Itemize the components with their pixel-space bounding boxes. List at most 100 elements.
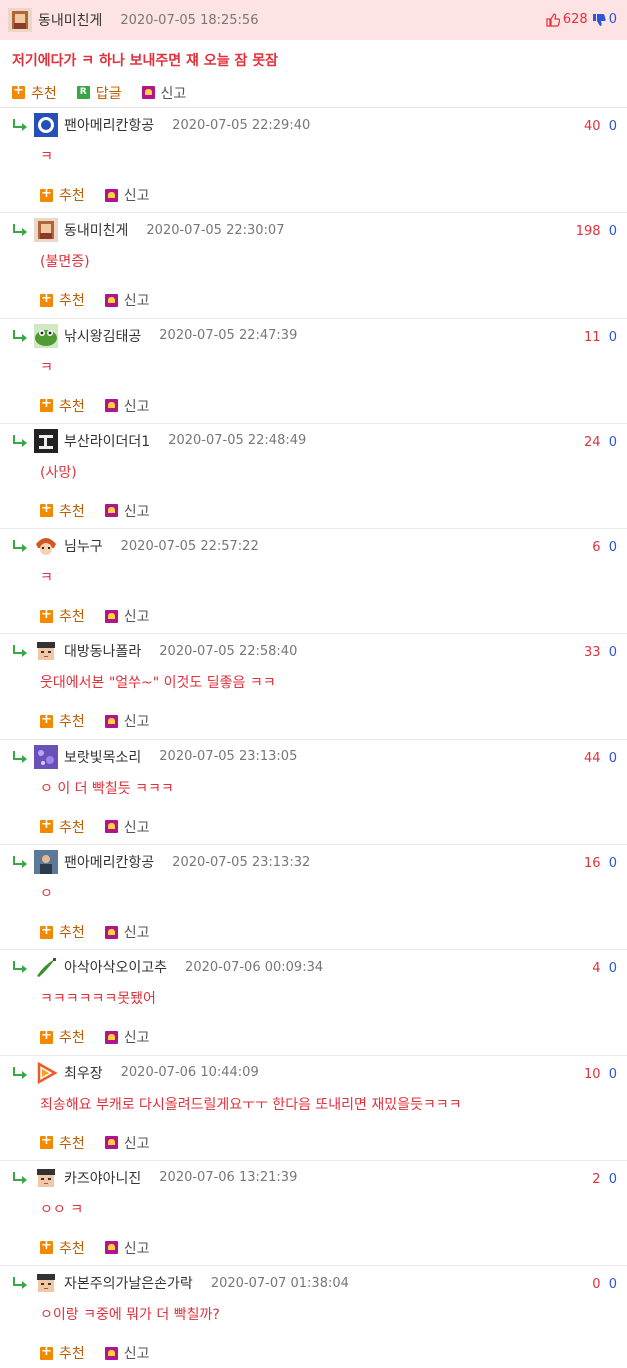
comment-list: 팬아메리칸항공 2020-07-05 22:29:40 40 0 ㅋ 추천 신고… [0,108,627,1368]
thumbs-down-icon[interactable] [592,13,606,27]
report-label: 신고 [123,503,150,520]
comment-nick[interactable]: 낚시왕김태공 [64,326,141,346]
comment-body: ㅋ [40,570,53,587]
photo-avatar[interactable] [34,850,58,875]
comment-down-count[interactable]: 0 [609,540,617,555]
comment-body: (사망) [40,464,77,481]
blue-badge-avatar[interactable] [34,113,58,137]
comment-item: 부산라이더더1 2020-07-05 22:48:49 24 0 (사망) 추천… [0,424,627,530]
top-post-nick[interactable]: 동내미친게 [38,10,102,30]
comment-nick[interactable]: 님누구 [64,536,103,556]
comment-down-count[interactable]: 0 [609,1277,617,1292]
comment-nick[interactable]: 대방동나폴라 [64,641,141,661]
recommend-button[interactable]: 추천 [40,185,85,205]
thumbs-up-icon[interactable] [546,12,561,27]
recommend-button[interactable]: 추천 [40,606,85,626]
recommend-button[interactable]: 추천 [40,817,85,837]
comment-down-count[interactable]: 0 [609,224,617,239]
comment-up-count[interactable]: 40 [584,119,601,134]
report-button[interactable]: 신고 [104,922,150,942]
comment-up-count[interactable]: 10 [584,1067,601,1082]
comment-down-count[interactable]: 0 [609,856,617,871]
comment-up-count[interactable]: 44 [584,751,601,766]
recommend-icon [40,396,53,413]
recommend-button[interactable]: 추천 [40,396,85,416]
comment-votes: 198 0 [576,224,617,239]
comment-nick[interactable]: 팬아메리칸항공 [64,115,154,135]
comment-nick[interactable]: 카즈야아니진 [64,1168,141,1188]
report-button[interactable]: 신고 [104,501,150,521]
comment-down-count[interactable]: 0 [609,961,617,976]
comment-up-count[interactable]: 33 [584,645,601,660]
comment-nick[interactable]: 아삭아삭오이고추 [64,957,167,977]
comment-header: 최우장 2020-07-06 10:44:09 [12,1056,627,1090]
recommend-button[interactable]: 추천 [40,501,85,521]
comment-up-count[interactable]: 6 [592,540,600,555]
frog-avatar[interactable] [34,323,58,348]
busan-avatar[interactable] [34,428,58,453]
comment-up-count[interactable]: 0 [592,1277,600,1292]
recommend-button[interactable]: 추천 [40,1027,85,1047]
recommend-button[interactable]: 추천 [40,290,85,310]
report-icon [141,86,155,99]
comment-date: 2020-07-05 22:47:39 [159,328,298,344]
comment-up-count[interactable]: 198 [576,224,601,239]
comment-nick[interactable]: 보랏빛목소리 [64,747,141,767]
comment-down-count[interactable]: 0 [609,751,617,766]
comment-up-count[interactable]: 4 [592,961,600,976]
comment-nick[interactable]: 부산라이더더1 [64,431,150,451]
character-avatar[interactable] [8,8,32,32]
report-button[interactable]: 신고 [104,1027,150,1047]
comment-actions: 추천 신고 [12,917,627,947]
comment-body: 웃대에서본 "얼쑤~" 이것도 딜좋음 ㅋㅋ [40,675,276,692]
comment-body: ㅇㅇ ㅋ [40,1201,84,1218]
report-button[interactable]: 신고 [104,396,150,416]
comment-down-count[interactable]: 0 [609,330,617,345]
comment-nick[interactable]: 팬아메리칸항공 [64,852,154,872]
comment-votes: 44 0 [584,751,617,766]
recommend-button[interactable]: 추천 [40,1343,85,1363]
report-button[interactable]: 신고 [104,817,150,837]
report-button[interactable]: 신고 [104,1133,150,1153]
comment-date: 2020-07-07 01:38:04 [210,1275,349,1291]
comment-actions: 추천 신고 [12,601,627,631]
anime-avatar[interactable] [34,534,58,559]
comment-down-count[interactable]: 0 [609,1172,617,1187]
report-button[interactable]: 신고 [141,83,186,103]
recommend-button[interactable]: 추천 [40,711,85,731]
recommend-button[interactable]: 추천 [40,1133,85,1153]
report-button[interactable]: 신고 [104,185,150,205]
comment-up-count[interactable]: 24 [584,435,601,450]
pepper-avatar[interactable] [34,955,58,980]
report-button[interactable]: 신고 [104,606,150,626]
comment-down-count[interactable]: 0 [609,435,617,450]
comment-nick[interactable]: 최우장 [64,1063,103,1083]
purple-avatar[interactable] [34,744,58,769]
comment-nick[interactable]: 동내미친게 [64,220,128,240]
play-avatar[interactable] [34,1060,58,1085]
comment-nick[interactable]: 자본주의가날은손가락 [64,1273,193,1293]
comment-item: 아삭아삭오이고추 2020-07-06 00:09:34 4 0 ㅋㅋㅋㅋㅋㅋ못… [0,950,627,1056]
comment-down-count[interactable]: 0 [609,119,617,134]
report-button[interactable]: 신고 [104,711,150,731]
report-icon [104,399,118,413]
recommend-button[interactable]: 추천 [12,83,57,103]
top-post-date: 2020-07-05 18:25:56 [120,12,259,28]
comment-up-count[interactable]: 16 [584,856,601,871]
comment-up-count[interactable]: 11 [584,330,601,345]
pixel-face-avatar[interactable] [34,1165,58,1190]
comment-down-count[interactable]: 0 [609,645,617,660]
pixel-face-avatar[interactable] [34,1271,58,1296]
pixel-face-avatar[interactable] [34,639,58,664]
reply-button[interactable]: R 답글 [76,83,122,103]
comment-votes: 0 0 [592,1277,617,1292]
report-button[interactable]: 신고 [104,290,150,310]
report-button[interactable]: 신고 [104,1238,150,1258]
comment-up-count[interactable]: 2 [592,1172,600,1187]
recommend-button[interactable]: 추천 [40,1238,85,1258]
recommend-button[interactable]: 추천 [40,922,85,942]
comment-header: 보랏빛목소리 2020-07-05 23:13:05 [12,740,627,774]
comment-down-count[interactable]: 0 [609,1067,617,1082]
report-button[interactable]: 신고 [104,1343,150,1363]
character-avatar[interactable] [34,218,58,243]
